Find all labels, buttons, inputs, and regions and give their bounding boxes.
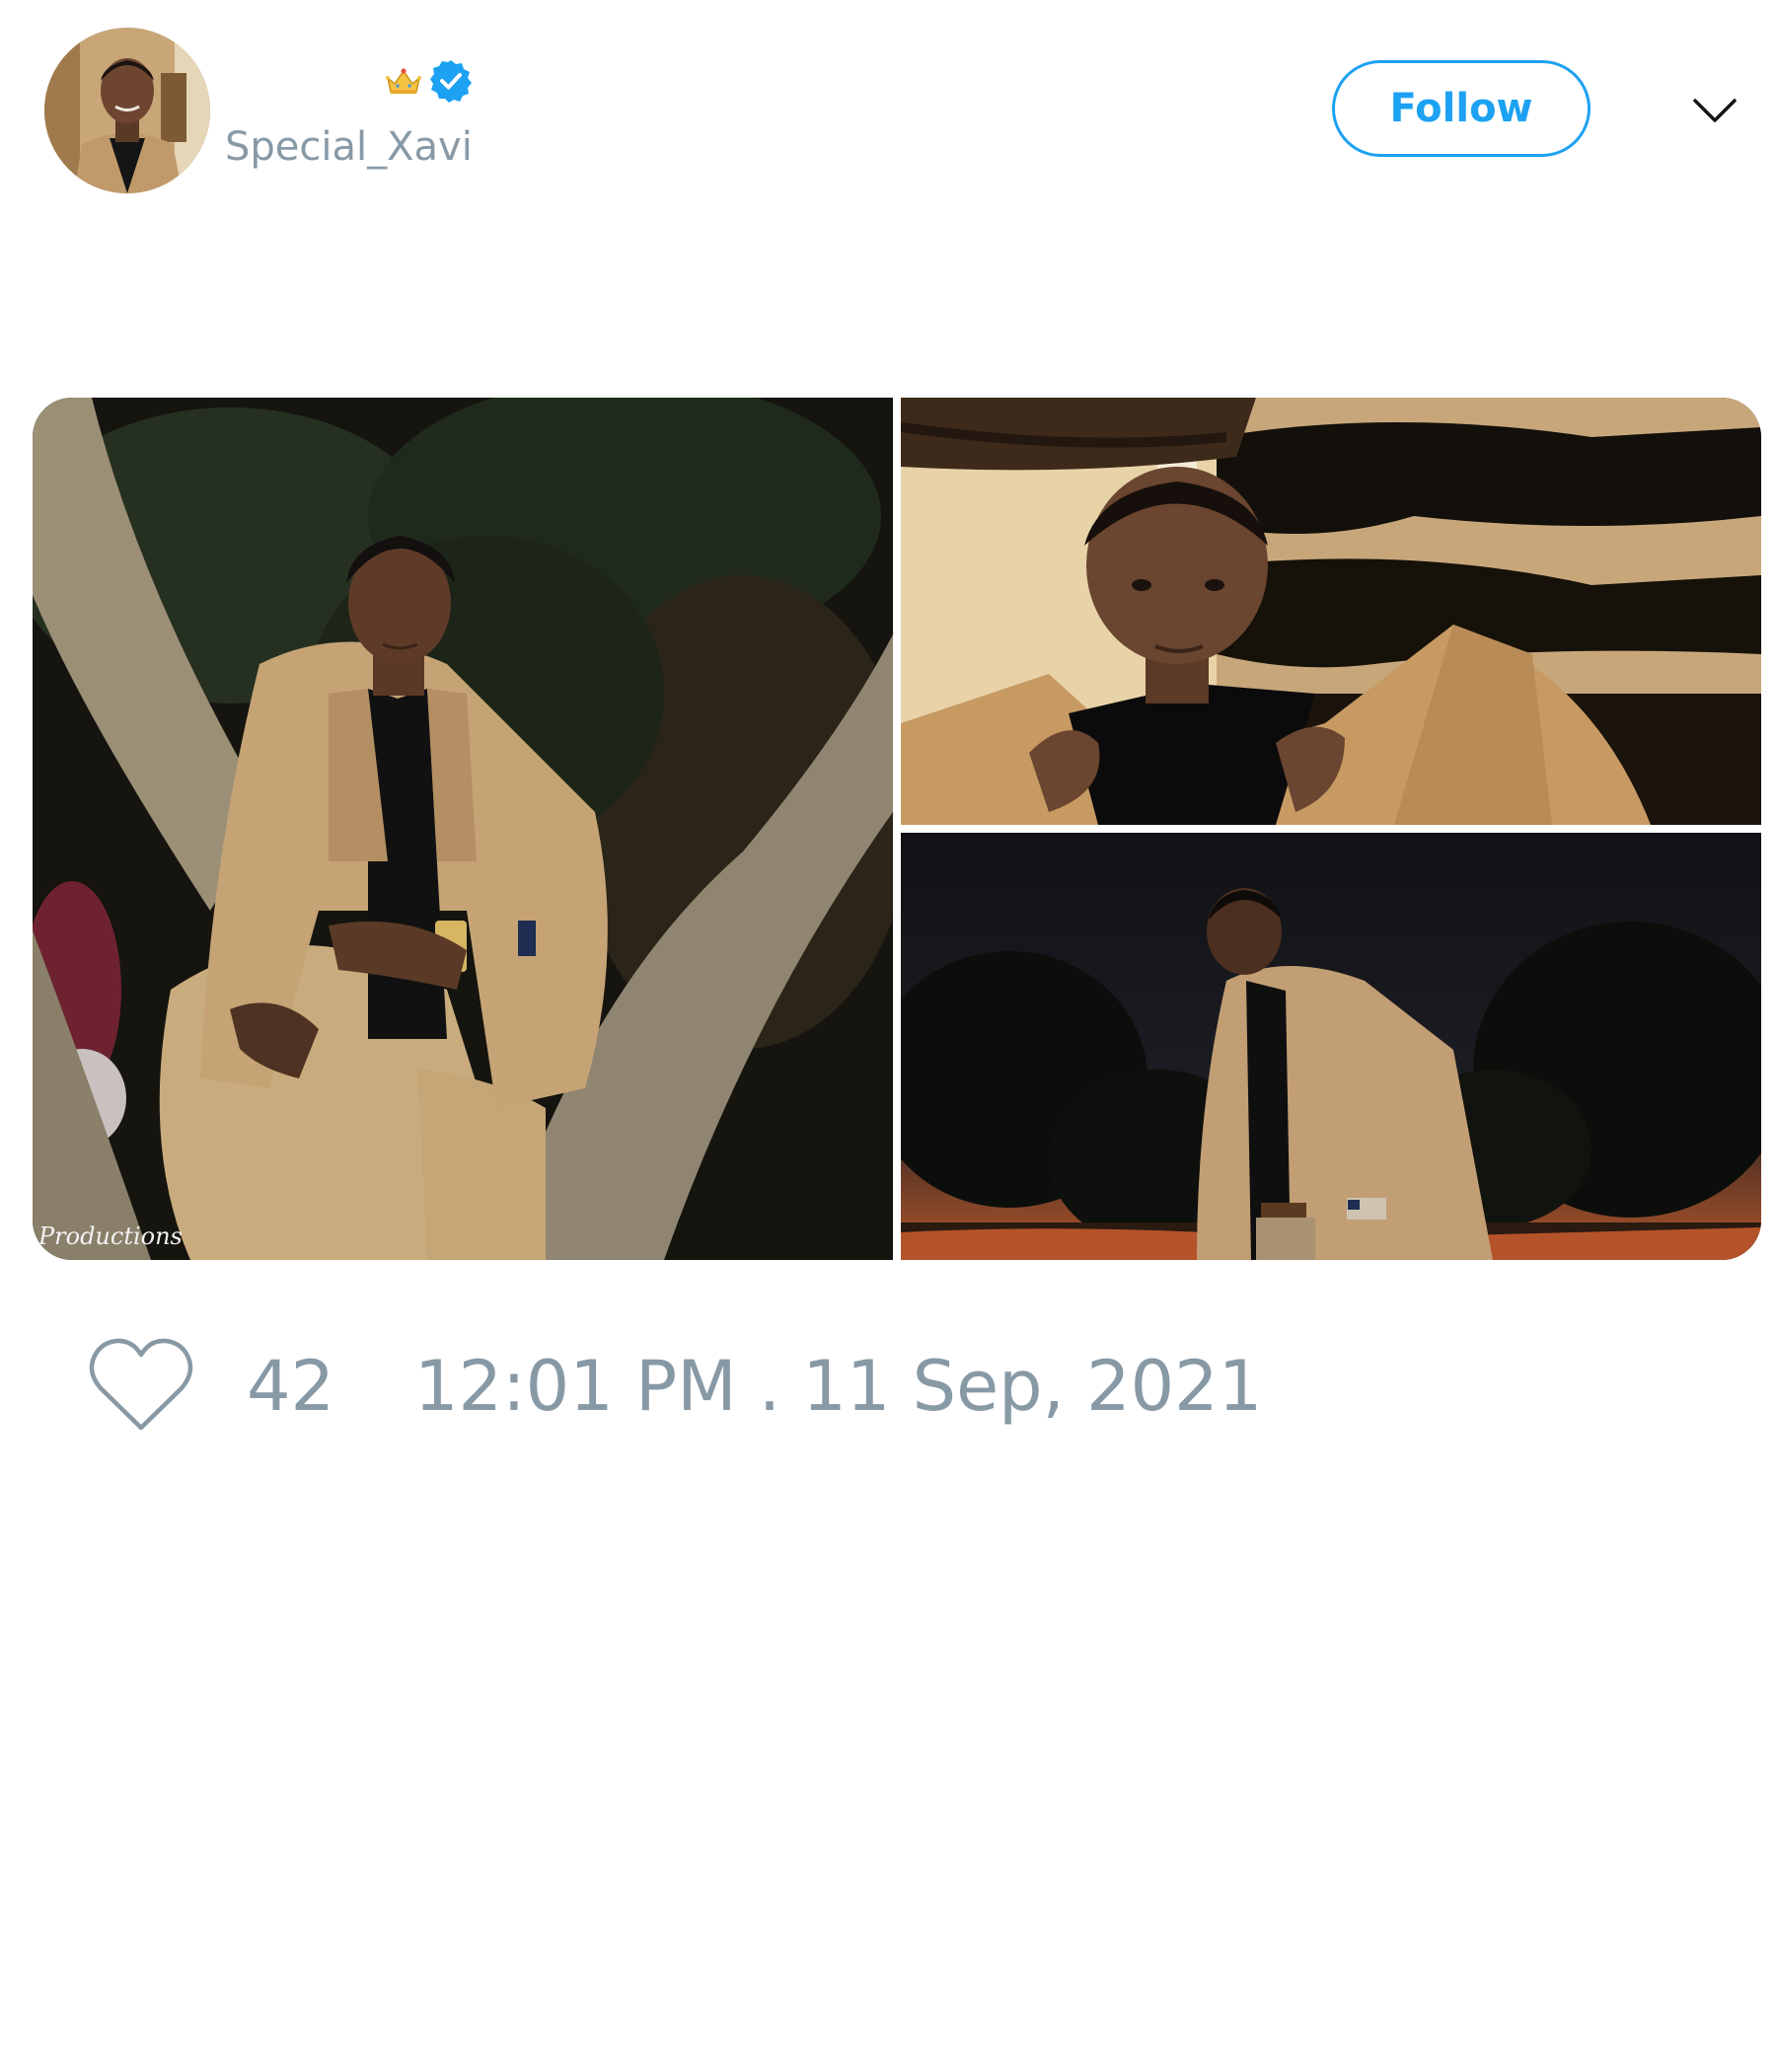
media-grid: Productions (33, 398, 1761, 1260)
photo-tree-sitting (33, 398, 893, 1260)
follow-button[interactable]: Follow (1332, 60, 1591, 157)
tweet-photo-3[interactable] (901, 833, 1761, 1260)
avatar-image (44, 28, 210, 193)
tweet-timestamp[interactable]: 12:01 PM . 11 Sep, 2021 (414, 1346, 1262, 1427)
photo-watermark: Productions (38, 1222, 183, 1250)
like-count: 42 (247, 1346, 335, 1427)
verified-icon (430, 60, 472, 103)
tweet-card: Special_Xavi Follow Productions 42 12:01… (0, 0, 1776, 2072)
avatar[interactable] (44, 28, 210, 193)
photo-portrait-sunset (901, 398, 1761, 825)
chevron-down-icon[interactable] (1690, 87, 1739, 136)
author-handle[interactable]: Special_Xavi (225, 124, 473, 170)
author-name-row (225, 57, 474, 105)
tweet-photo-2[interactable] (901, 398, 1761, 825)
crown-icon (386, 68, 421, 94)
heart-icon[interactable] (87, 1337, 195, 1436)
photo-dusk-standing (901, 833, 1761, 1260)
tweet-actions: 42 12:01 PM . 11 Sep, 2021 (87, 1337, 1262, 1436)
tweet-photo-1[interactable]: Productions (33, 398, 893, 1260)
